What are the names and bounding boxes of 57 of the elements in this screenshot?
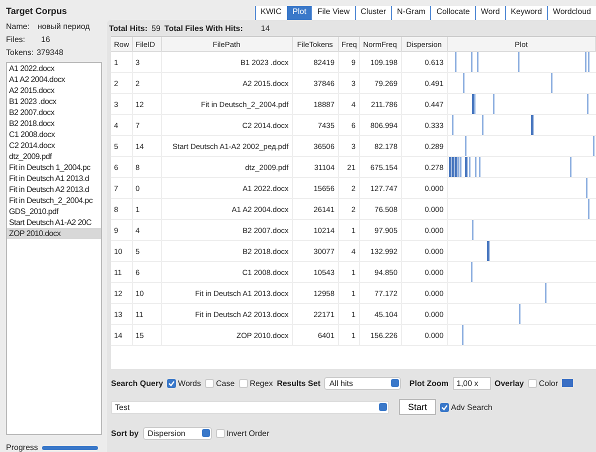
tokens-count: 379348 [36, 48, 64, 57]
file-list-item[interactable]: C1 2008.docx [7, 128, 101, 140]
name-label: Name: [6, 22, 30, 31]
checkbox[interactable]: Case [205, 378, 235, 388]
file-list-item[interactable]: ZOP 2010.docx [7, 228, 101, 239]
file-list-item[interactable]: Fit in Deutsch 1_2004.pc [7, 162, 101, 173]
search-query-label: Search Query [111, 378, 164, 388]
plot-zoom-spinner[interactable]: 1,00 x [452, 376, 490, 390]
sort-by-dropdown[interactable]: Dispersion [142, 426, 212, 440]
tokens-label: Tokens: [6, 48, 34, 57]
sort-by-label: Sort by [111, 428, 139, 438]
hits-label: Total Hits: [109, 24, 148, 32]
overlay-label: Overlay [494, 378, 524, 388]
files-with-hits-label: Total Files With Hits: [164, 24, 243, 32]
checkbox[interactable]: Regex [238, 378, 273, 388]
tab[interactable]: N-Gram [391, 6, 430, 20]
color-swatch[interactable] [562, 379, 573, 387]
panel-title: Target Corpus [6, 6, 68, 18]
results-set-label: Results Set [276, 378, 320, 388]
file-list-item[interactable]: B2 2018.docx [7, 118, 101, 129]
progress-label: Progress [6, 443, 38, 452]
file-list-item[interactable]: A1 A2 2004.docx [7, 74, 101, 85]
checkmark-icon [168, 380, 176, 386]
file-list-item[interactable]: Fit in Deutsch_2_2004.pc [7, 194, 101, 206]
file-list-item[interactable]: Fit in Deutsch A2 2013.d [7, 184, 101, 195]
file-list-item[interactable]: B2 2007.docx [7, 106, 101, 118]
file-list-item[interactable]: B1 2023 .docx [7, 96, 101, 107]
tab[interactable]: Keyword [504, 6, 547, 20]
checkmark-icon [441, 404, 448, 410]
query-field[interactable]: Test [111, 400, 389, 414]
checkbox[interactable]: Color [528, 378, 558, 388]
tab[interactable]: Collocate [430, 6, 475, 20]
checkbox[interactable]: Adv Search [440, 402, 492, 412]
tab[interactable]: File View [311, 6, 355, 20]
files-count: 16 [41, 34, 50, 44]
file-list-item[interactable]: dtz_2009.pdf [7, 150, 101, 162]
start-button[interactable]: Start [399, 399, 436, 415]
tab[interactable]: KWIC [254, 6, 287, 20]
corpus-name: новый период [38, 22, 90, 31]
checkbox[interactable]: Words [167, 378, 201, 388]
files-with-hits-count: 14 [260, 24, 270, 32]
hits-count: 59 [152, 24, 160, 32]
checkbox[interactable]: Invert Order [216, 428, 270, 438]
file-list-item[interactable]: A2 2015.docx [7, 84, 101, 96]
tab[interactable]: Word [474, 6, 505, 20]
results-set-dropdown[interactable]: All hits [324, 376, 402, 390]
plot-zoom-label: Plot Zoom [409, 378, 448, 388]
file-list-item[interactable]: Start Deutsch A1-A2 20C [7, 216, 101, 228]
file-list-item[interactable]: Fit in Deutsch A1 2013.d [7, 172, 101, 184]
tab[interactable]: Cluster [354, 6, 391, 20]
file-list-item[interactable]: A1 2022.docx [7, 62, 101, 74]
file-list-item[interactable]: C2 2014.docx [7, 140, 101, 151]
file-list-item[interactable]: GDS_2010.pdf [7, 206, 101, 217]
dispersion-marks [486, 241, 489, 261]
tab[interactable]: Plot [286, 6, 312, 20]
tab[interactable]: Wordcloud [546, 6, 596, 20]
files-label: Files: [6, 34, 26, 44]
